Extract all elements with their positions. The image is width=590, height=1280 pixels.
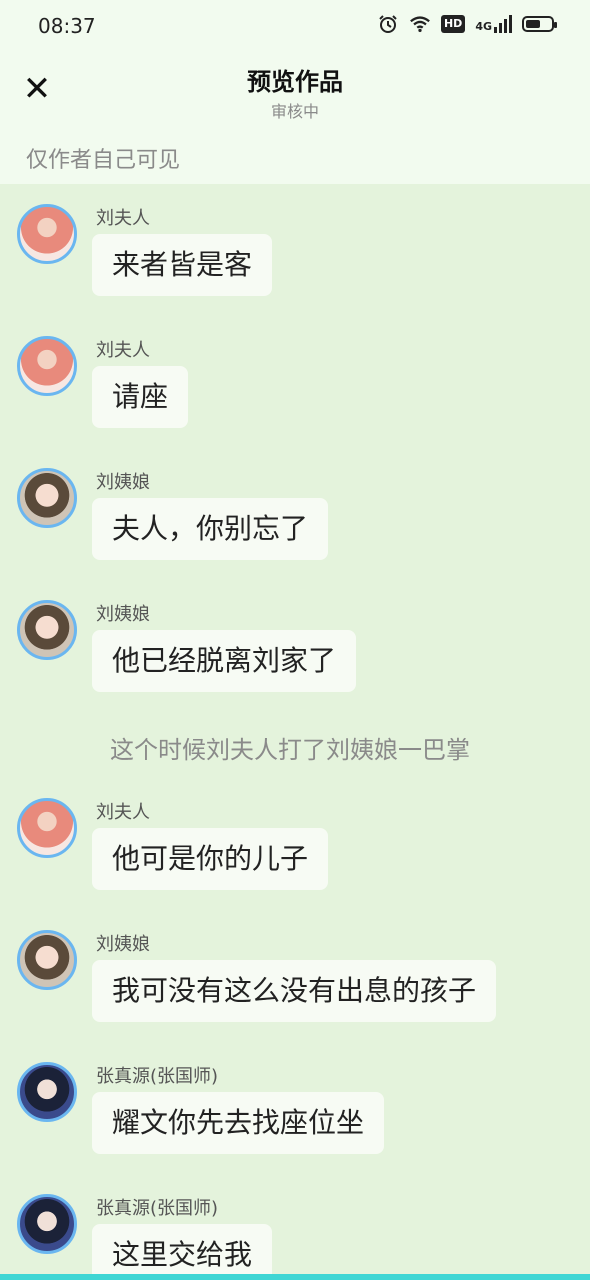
page-title: 预览作品	[247, 68, 343, 96]
speaker-name: 刘夫人	[96, 802, 150, 823]
wifi-icon	[410, 16, 430, 33]
avatar[interactable]	[17, 468, 77, 528]
status-time: 08:37	[38, 14, 96, 38]
message-bubble[interactable]: 耀文你先去找座位坐	[92, 1092, 385, 1154]
narration-text: 这个时候刘夫人打了刘姨娘一巴掌	[110, 736, 470, 764]
message-bubble[interactable]: 他已经脱离刘家了	[92, 630, 357, 692]
hd-icon: HD	[440, 15, 466, 33]
message-bubble[interactable]: 我可没有这么没有出息的孩子	[92, 960, 497, 1022]
avatar[interactable]	[17, 1194, 77, 1254]
review-status: 审核中	[270, 102, 319, 121]
alarm-icon	[379, 15, 397, 33]
avatar[interactable]	[17, 600, 77, 660]
network-type: 4G	[475, 20, 492, 33]
speaker-name: 刘姨娘	[96, 472, 150, 493]
status-icons: HD 4G	[377, 14, 557, 34]
speaker-name: 张真源(张国师)	[96, 1066, 219, 1087]
bottom-accent-bar	[0, 1274, 590, 1280]
chat-area[interactable]: 刘夫人 来者皆是客 刘夫人 请座 刘姨娘 夫人，你别忘了 刘姨娘 他已经脱离刘家…	[0, 184, 590, 1280]
speaker-name: 刘夫人	[96, 208, 150, 229]
message-bubble[interactable]: 请座	[92, 366, 189, 428]
visibility-note: 仅作者自己可见	[26, 148, 181, 173]
avatar[interactable]	[17, 930, 77, 990]
speaker-name: 刘夫人	[96, 340, 150, 361]
message-bubble[interactable]: 这里交给我	[92, 1224, 273, 1280]
status-bar: 08:37 HD 4G	[0, 0, 590, 52]
avatar[interactable]	[17, 798, 77, 858]
message-bubble[interactable]: 夫人，你别忘了	[92, 498, 329, 560]
preview-header: ✕ 预览作品 审核中 仅作者自己可见	[0, 52, 590, 184]
message-bubble[interactable]: 来者皆是客	[92, 234, 273, 296]
avatar[interactable]	[17, 336, 77, 396]
4g-signal-icon: 4G	[475, 15, 512, 33]
battery-icon	[522, 16, 557, 32]
avatar[interactable]	[17, 1062, 77, 1122]
speaker-name: 张真源(张国师)	[96, 1198, 219, 1219]
message-bubble[interactable]: 他可是你的儿子	[92, 828, 329, 890]
avatar[interactable]	[17, 204, 77, 264]
speaker-name: 刘姨娘	[96, 604, 150, 625]
speaker-name: 刘姨娘	[96, 934, 150, 955]
